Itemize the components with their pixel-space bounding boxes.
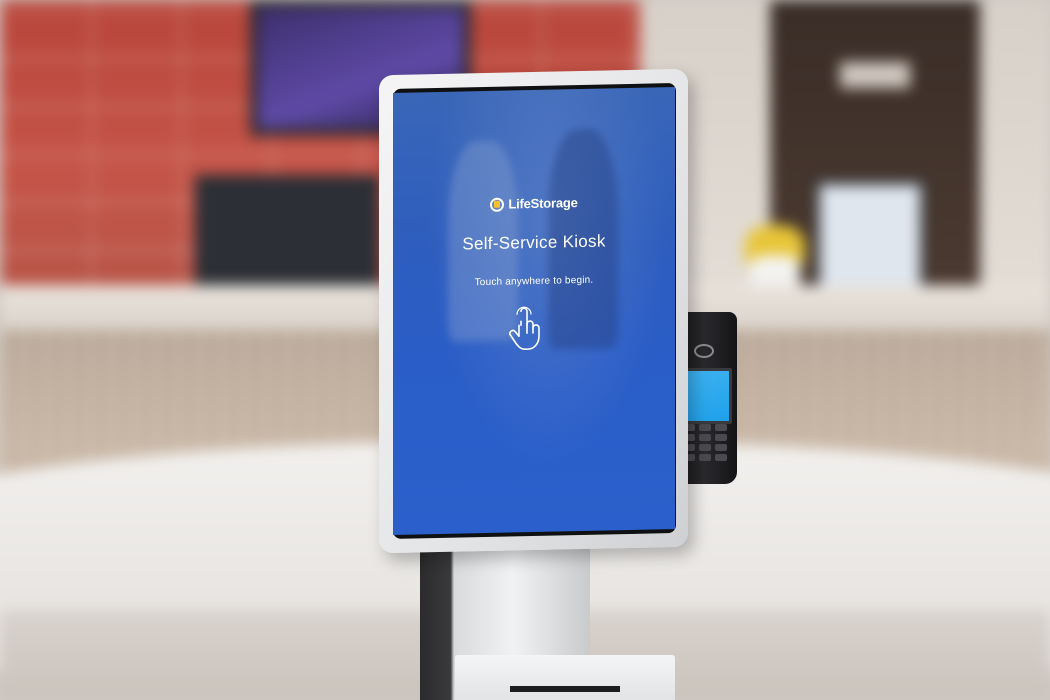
keypad-key[interactable] (699, 424, 711, 431)
keypad-key[interactable] (699, 434, 711, 441)
background-monitor-right (815, 180, 925, 290)
keypad-key[interactable] (715, 434, 727, 441)
kiosk-bezel: LifeStorage Self-Service Kiosk Touch any… (379, 68, 688, 554)
kiosk-base (455, 655, 675, 700)
kiosk-photo-scene: LifeStorage Self-Service Kiosk Touch any… (0, 0, 1050, 700)
keypad-key[interactable] (715, 424, 727, 431)
keypad-key[interactable] (699, 444, 711, 451)
keypad-key[interactable] (715, 454, 727, 461)
touch-anywhere-area[interactable] (393, 87, 675, 535)
contactless-icon (694, 344, 714, 358)
keypad-key[interactable] (699, 454, 711, 461)
terminal-screen (682, 368, 732, 424)
kiosk-receipt-slot (510, 686, 620, 692)
terminal-keypad[interactable] (683, 424, 727, 461)
keypad-key[interactable] (715, 444, 727, 451)
background-monitor-left (195, 175, 380, 290)
background-sign (840, 62, 910, 88)
kiosk-screen[interactable]: LifeStorage Self-Service Kiosk Touch any… (393, 87, 675, 535)
